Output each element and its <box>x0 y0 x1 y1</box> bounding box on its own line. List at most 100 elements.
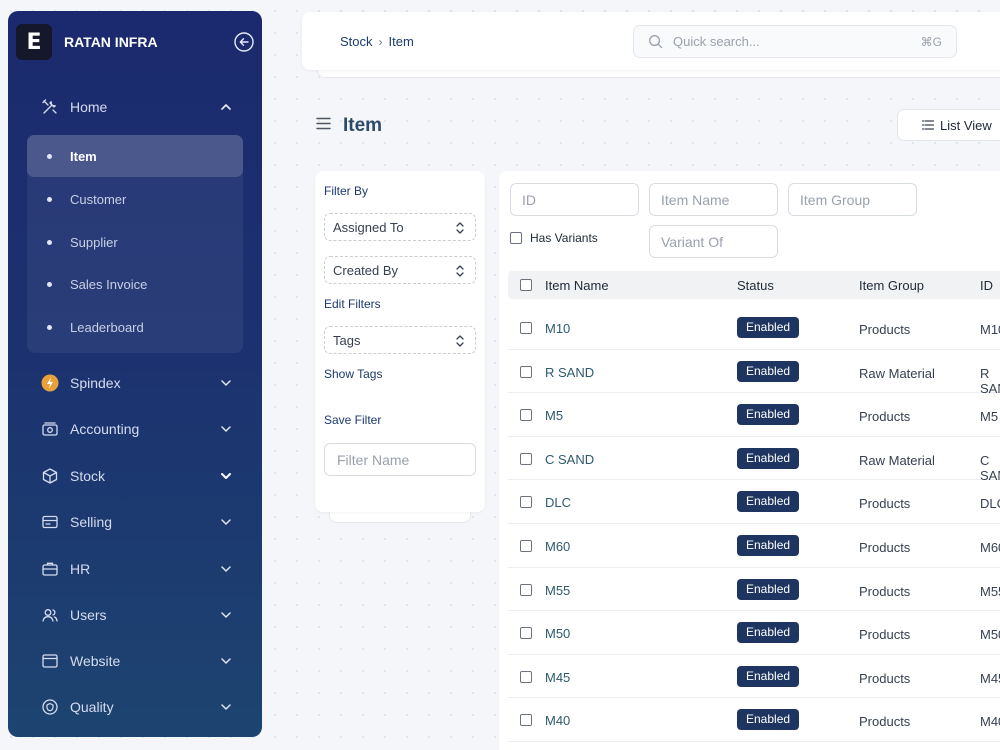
table-row[interactable]: M10 Enabled Products M10 <box>508 306 1000 350</box>
sidebar-item-spindex[interactable]: Spindex <box>8 363 262 403</box>
show-tags-link[interactable]: Show Tags <box>324 367 382 381</box>
collapse-sidebar-button[interactable] <box>234 32 254 52</box>
sidebar-item-stock[interactable]: Stock <box>8 456 262 496</box>
has-variants-checkbox[interactable]: Has Variants <box>510 231 598 245</box>
checkbox[interactable] <box>510 232 522 244</box>
tools-icon <box>40 97 60 117</box>
item-name-link[interactable]: C SAND <box>545 452 594 467</box>
status-badge: Enabled <box>737 491 800 513</box>
tags-select[interactable]: Tags <box>324 326 476 354</box>
item-group-cell: Raw Material <box>859 365 935 381</box>
edit-filters-link[interactable]: Edit Filters <box>324 297 381 311</box>
table-row[interactable]: M60 Enabled Products M60 <box>508 524 1000 568</box>
sidebar-item-selling[interactable]: Selling <box>8 502 262 542</box>
id-cell: M10 <box>980 322 1000 337</box>
id-cell: M55 <box>980 583 1000 599</box>
status-badge: Enabled <box>737 447 800 469</box>
row-checkbox[interactable] <box>520 714 532 727</box>
table-row[interactable]: M55 Enabled Products M55 <box>508 568 1000 612</box>
bullet-icon <box>47 324 52 330</box>
sidebar-item-quality[interactable]: Quality <box>8 687 262 727</box>
bolt-icon <box>40 373 60 393</box>
table-header: Item Name Status Item Group ID <box>508 271 1000 299</box>
row-checkbox[interactable] <box>520 322 532 334</box>
column-id[interactable]: ID <box>980 278 993 293</box>
status-badge: Enabled <box>737 622 800 644</box>
row-checkbox[interactable] <box>520 627 532 640</box>
brand[interactable]: E RATAN INFRA <box>16 23 158 61</box>
table-row[interactable]: M5 Enabled Products M5 <box>508 393 1000 437</box>
row-checkbox[interactable] <box>520 365 532 378</box>
table-row[interactable]: M45 Enabled Products M45 <box>508 655 1000 699</box>
row-checkbox[interactable] <box>520 670 532 683</box>
breadcrumb-item[interactable]: Item <box>389 34 414 49</box>
item-name-link[interactable]: M45 <box>545 670 570 685</box>
column-status[interactable]: Status <box>737 278 774 293</box>
select-arrows-icon <box>456 335 464 347</box>
item-name-link[interactable]: M10 <box>545 321 570 336</box>
briefcase-icon <box>40 559 60 579</box>
column-item-group[interactable]: Item Group <box>859 278 924 293</box>
item-name-link[interactable]: M60 <box>545 539 570 554</box>
id-cell: M60 <box>980 540 1000 555</box>
sidebar-item-website[interactable]: Website <box>8 641 262 681</box>
item-name-link[interactable]: M5 <box>545 408 563 423</box>
item-name-link[interactable]: M55 <box>545 583 570 598</box>
select-all-checkbox[interactable] <box>520 279 532 291</box>
breadcrumb-stock[interactable]: Stock <box>340 34 373 49</box>
subitem-label: Item <box>70 148 97 164</box>
sidebar-subitem-item[interactable]: Item <box>27 135 243 177</box>
quick-search-input[interactable]: Quick search... ⌘G <box>633 25 957 58</box>
table-row[interactable]: C SAND Enabled Raw Material C SAND <box>508 437 1000 483</box>
row-checkbox[interactable] <box>520 452 532 465</box>
column-item-name[interactable]: Item Name <box>545 278 609 293</box>
brand-logo: E <box>16 24 52 60</box>
list-view-button[interactable]: List View <box>897 109 1000 141</box>
sidebar-subitem-supplier[interactable]: Supplier <box>27 221 243 263</box>
sidebar-subitem-leaderboard[interactable]: Leaderboard <box>27 306 243 348</box>
table-row[interactable]: M40 Enabled Products M40 <box>508 698 1000 742</box>
item-name-link[interactable]: M50 <box>545 626 570 641</box>
page-header: Item <box>316 112 382 140</box>
menu-toggle-button[interactable] <box>316 117 331 135</box>
save-filter-link[interactable]: Save Filter <box>324 413 381 427</box>
id-filter-input[interactable]: ID <box>510 183 639 216</box>
item-group-cell: Products <box>859 627 911 643</box>
sidebar-item-hr[interactable]: HR <box>8 549 262 589</box>
bullet-icon <box>47 153 52 159</box>
item-group-cell: Products <box>859 583 911 599</box>
arrow-left-circle-icon <box>234 32 254 52</box>
item-group-filter-input[interactable]: Item Group <box>788 183 917 216</box>
item-group-cell: Products <box>859 670 911 686</box>
chevron-down-icon <box>218 514 234 530</box>
id-cell: M45 <box>980 670 1000 686</box>
item-name-link[interactable]: DLC <box>545 495 571 510</box>
sidebar-subitem-customer[interactable]: Customer <box>27 178 243 220</box>
breadcrumb: Stock › Item <box>340 34 414 49</box>
cash-icon <box>40 419 60 439</box>
row-checkbox[interactable] <box>520 540 532 552</box>
sidebar-item-users[interactable]: Users <box>8 595 262 635</box>
assigned-to-select[interactable]: Assigned To <box>324 213 476 241</box>
filter-name-input[interactable]: Filter Name <box>324 443 476 476</box>
created-by-select[interactable]: Created By <box>324 256 476 284</box>
row-checkbox[interactable] <box>520 409 532 422</box>
item-group-cell: Products <box>859 540 911 555</box>
item-name-filter-input[interactable]: Item Name <box>649 183 778 216</box>
filter-by-label: Filter By <box>324 184 369 198</box>
sidebar-subitem-sales-invoice[interactable]: Sales Invoice <box>27 263 243 305</box>
item-name-link[interactable]: R SAND <box>545 365 594 380</box>
variant-of-filter-input[interactable]: Variant Of <box>649 225 778 258</box>
sidebar-item-accounting[interactable]: Accounting <box>8 409 262 449</box>
row-checkbox[interactable] <box>520 496 532 509</box>
table-row[interactable]: DLC Enabled Products DLC <box>508 480 1000 524</box>
sidebar-item-home[interactable]: Home <box>8 87 262 127</box>
table-row[interactable]: R SAND Enabled Raw Material R SAND <box>508 350 1000 396</box>
hamburger-icon <box>316 117 331 130</box>
select-arrows-icon <box>456 265 464 277</box>
table-row[interactable]: M50 Enabled Products M50 <box>508 611 1000 655</box>
subitem-label: Leaderboard <box>70 319 144 335</box>
browser-icon <box>40 651 60 671</box>
row-checkbox[interactable] <box>520 583 532 596</box>
item-name-link[interactable]: M40 <box>545 713 570 728</box>
